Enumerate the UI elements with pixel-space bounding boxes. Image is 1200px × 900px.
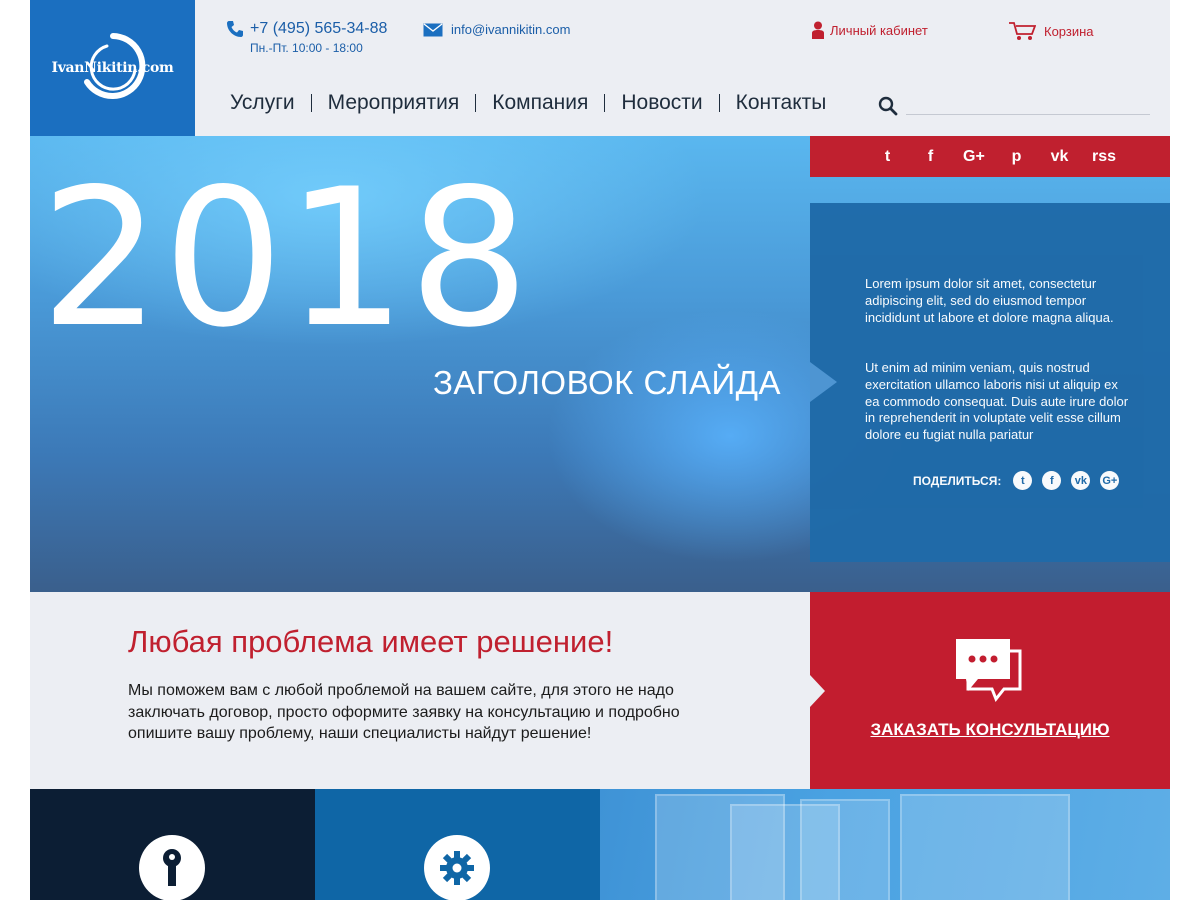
social-bar: t f G+ p vk rss	[810, 136, 1170, 177]
search-input[interactable]	[906, 96, 1150, 114]
logo-text: IvanNikitin.com	[51, 60, 174, 76]
consultation-block: ЗАКАЗАТЬ КОНСУЛЬТАЦИЮ	[810, 592, 1170, 789]
email-link[interactable]: info@ivannikitin.com	[451, 22, 570, 37]
hero-title: ЗАГОЛОВОК СЛАЙДА	[433, 364, 782, 401]
nav-item-company[interactable]: Компания	[475, 92, 604, 113]
feature-tile-security[interactable]	[30, 789, 315, 900]
share-google-plus-icon[interactable]: G+	[1100, 471, 1120, 490]
portfolio-screens-image	[600, 789, 1170, 900]
screen-mockup	[800, 799, 890, 900]
slide-info-panel: Lorem ipsum dolor sit amet, consectetur …	[810, 203, 1170, 562]
promo-title: Любая проблема имеет решение!	[128, 624, 614, 659]
share-vk-icon[interactable]: vk	[1071, 471, 1091, 490]
promo-text: Мы поможем вам с любой проблемой на ваше…	[128, 682, 680, 742]
feature-tile-settings[interactable]	[315, 789, 600, 900]
cart-label: Корзина	[1044, 23, 1094, 39]
slide-paragraph-1: Lorem ipsum dolor sit amet, consectetur …	[865, 276, 1114, 325]
hero-year: 2018	[40, 148, 532, 369]
email-contact[interactable]: info@ivannikitin.com	[423, 22, 570, 37]
slide-arrow	[810, 362, 837, 402]
nav-item-contacts[interactable]: Контакты	[718, 92, 843, 113]
account-link[interactable]: Личный кабинет	[812, 21, 928, 39]
tile-icon-circle	[139, 835, 205, 900]
phone-contact[interactable]: +7 (495) 565-34-88 Пн.-Пт. 10:00 - 18:00	[226, 20, 387, 55]
nav-item-services[interactable]: Услуги	[230, 92, 311, 113]
facebook-icon[interactable]: f	[920, 148, 941, 166]
key-icon	[163, 849, 181, 886]
share-label: ПОДЕЛИТЬСЯ:	[913, 473, 1002, 488]
search-icon	[878, 96, 898, 116]
promo-section: Любая проблема имеет решение! Мы поможем…	[30, 592, 810, 789]
cart-link[interactable]: Корзина	[1008, 21, 1094, 41]
twitter-icon[interactable]: t	[877, 148, 898, 166]
search-button[interactable]	[878, 96, 898, 121]
search-underline	[906, 114, 1150, 115]
user-icon	[812, 21, 824, 39]
share-twitter-icon[interactable]: t	[1013, 471, 1033, 490]
share-facebook-icon[interactable]: f	[1042, 471, 1062, 490]
envelope-icon	[423, 22, 443, 36]
rss-icon[interactable]: rss	[1092, 148, 1116, 166]
phone-number: +7 (495) 565-34-88	[250, 20, 388, 37]
work-hours: Пн.-Пт. 10:00 - 18:00	[250, 41, 363, 55]
google-plus-icon[interactable]: G+	[963, 148, 985, 166]
site-logo[interactable]: IvanNikitin.com	[30, 0, 195, 136]
slide-paragraph-2: Ut enim ad minim veniam, quis nostrud ex…	[865, 360, 1129, 443]
promo-notch	[810, 675, 825, 707]
pinterest-icon[interactable]: p	[1006, 148, 1027, 166]
chat-bubbles-icon	[956, 639, 1022, 702]
screen-mockup	[900, 794, 1070, 900]
phone-icon	[227, 21, 243, 37]
account-label: Личный кабинет	[830, 22, 928, 38]
tile-icon-circle	[424, 835, 490, 900]
gear-icon	[440, 851, 474, 885]
nav-item-news[interactable]: Новости	[604, 92, 718, 113]
share-row: ПОДЕЛИТЬСЯ: t f vk G+	[913, 471, 1120, 490]
order-consultation-button[interactable]: ЗАКАЗАТЬ КОНСУЛЬТАЦИЮ	[810, 720, 1170, 740]
page: IvanNikitin.com +7 (495) 565-34-88 Пн.-П…	[30, 0, 1170, 900]
main-nav: Услуги Мероприятия Компания Новости Конт…	[230, 92, 843, 113]
cart-icon	[1009, 22, 1036, 40]
vk-icon[interactable]: vk	[1049, 148, 1070, 166]
nav-item-events[interactable]: Мероприятия	[310, 92, 476, 113]
